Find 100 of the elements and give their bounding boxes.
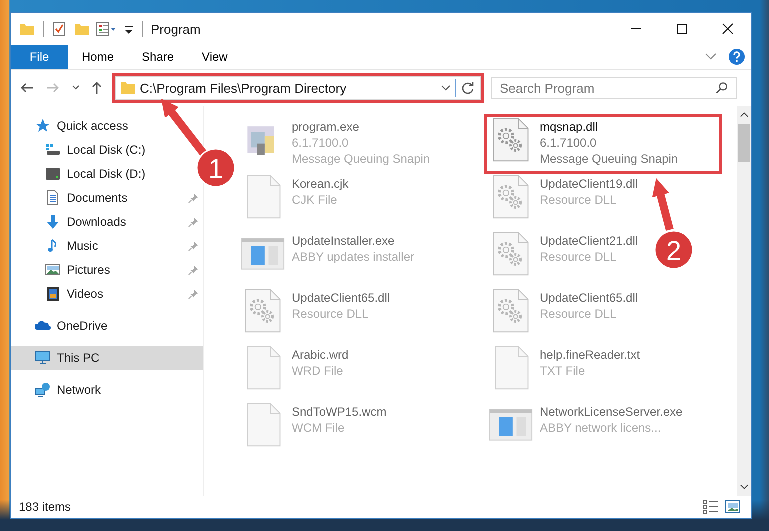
pin-icon[interactable] [188, 264, 199, 276]
file-detail: CJK File [292, 192, 338, 208]
maximize-icon [676, 23, 688, 35]
file-detail: Message Queuing Snapin [540, 151, 678, 167]
nav-label: Downloads [67, 215, 126, 229]
nav-label: Network [57, 383, 102, 397]
down-arrow-icon [45, 214, 61, 230]
file-tile[interactable]: UpdateClient65.dll Resource DLL [486, 287, 640, 343]
step-number-badge: 1 [196, 148, 236, 188]
file-name: UpdateClient65.dll [292, 290, 390, 306]
nav-item[interactable]: Local Disk (C:) [45, 138, 146, 162]
file-detail: Resource DLL [540, 192, 618, 208]
address-bar[interactable]: C:\Program Files\Program Directory [115, 76, 481, 100]
scrollbar[interactable] [737, 106, 751, 496]
file-name: Arabic.wrd [292, 347, 349, 363]
file-name: UpdateClient65.dll [540, 290, 638, 306]
window-title: Program [151, 22, 201, 36]
file-name: UpdateClient19.dll [540, 176, 638, 192]
nav-item[interactable]: Local Disk (D:) [45, 162, 146, 186]
file-detail: WCM File [292, 420, 346, 436]
file-detail: TXT File [540, 363, 586, 379]
checkbox-icon[interactable] [52, 21, 68, 37]
help-icon[interactable] [729, 49, 745, 65]
nav-item[interactable]: This PC [11, 346, 203, 370]
file-tile[interactable]: program.exe 6.1.7100.0 Message Queuing Snapin [238, 116, 432, 172]
scroll-down-icon[interactable] [740, 483, 748, 491]
drive-icon [45, 166, 61, 182]
nav-label: Pictures [67, 263, 110, 277]
file-tile[interactable]: NetworkLicenseServer.exe ABBY network licens... [486, 401, 685, 457]
pin-icon[interactable] [188, 240, 199, 252]
file-detail: Resource DLL [540, 249, 618, 265]
close-icon [722, 23, 734, 35]
nav-item[interactable]: Music [45, 234, 98, 258]
nav-item[interactable]: Videos [45, 282, 104, 306]
ribbon-tab[interactable]: Home [68, 45, 128, 69]
network-icon [35, 382, 51, 398]
nav-item[interactable]: Downloads [45, 210, 126, 234]
nav-label: This PC [57, 351, 100, 365]
file-tile[interactable]: help.fineReader.txt TXT File [486, 344, 642, 400]
file-name: UpdateInstaller.exe [292, 233, 396, 249]
file-tile[interactable]: Korean.cjk CJK File [238, 173, 351, 229]
ribbon-tab[interactable]: View [188, 45, 242, 69]
file-tile[interactable]: Arabic.wrd WRD File [238, 344, 351, 400]
annotation-arrow [652, 178, 674, 232]
nav-label: Local Disk (C:) [67, 143, 146, 157]
file-detail: 6.1.7100.0 [292, 135, 350, 151]
nav-item[interactable]: Pictures [45, 258, 110, 282]
nav-label: Local Disk (D:) [67, 167, 146, 181]
folder-icon [120, 80, 136, 96]
file-name: help.fineReader.txt [540, 347, 640, 363]
star-icon [35, 118, 51, 134]
nav-label: Quick access [57, 119, 128, 133]
file-tile[interactable]: UpdateClient65.dll Resource DLL [238, 287, 392, 343]
properties-dropdown-icon[interactable] [96, 21, 118, 37]
nav-label: OneDrive [57, 319, 108, 333]
pin-icon[interactable] [188, 216, 199, 228]
item-count: 183 items [19, 500, 72, 514]
file-detail: Resource DLL [292, 306, 370, 322]
file-name: UpdateClient21.dll [540, 233, 638, 249]
pin-icon[interactable] [188, 288, 199, 300]
file-name: mqsnap.dll [540, 119, 600, 135]
file-detail: WRD File [292, 363, 344, 379]
file-name: program.exe [292, 119, 360, 135]
search-field[interactable]: Search Program [491, 77, 737, 99]
file-name: NetworkLicenseServer.exe [540, 404, 683, 420]
thumbnail-view-icon[interactable] [725, 499, 741, 515]
file-name: SndToWP15.wcm [292, 404, 387, 420]
scroll-thumb[interactable] [738, 124, 750, 162]
file-tile[interactable]: UpdateClient19.dll Resource DLL [486, 173, 640, 229]
nav-label: Videos [67, 287, 104, 301]
pin-icon[interactable] [188, 192, 199, 204]
nav-item[interactable]: OneDrive [35, 314, 108, 338]
file-tile[interactable]: mqsnap.dll 6.1.7100.0 Message Queuing Snapin [486, 116, 720, 172]
document-icon [45, 190, 61, 206]
drive-icon [45, 142, 61, 158]
file-tile[interactable]: SndToWP15.wcm WCM File [238, 401, 389, 457]
refresh-icon[interactable] [460, 80, 476, 96]
details-view-icon[interactable] [703, 499, 719, 515]
monitor-icon [35, 350, 51, 366]
file-detail: Message Queuing Snapin [292, 151, 430, 167]
file-menu-button[interactable]: File [11, 45, 68, 69]
nav-item[interactable]: Network [35, 378, 102, 402]
annotation-arrow [161, 98, 208, 156]
file-tile[interactable]: UpdateClient21.dll Resource DLL [486, 230, 640, 286]
step-number-badge: 2 [654, 230, 694, 270]
nav-label: Music [67, 239, 98, 253]
film-icon [45, 286, 61, 302]
expand-ribbon-icon[interactable] [705, 53, 717, 61]
dropdown-caret-icon[interactable] [441, 84, 451, 92]
scroll-up-icon[interactable] [740, 111, 748, 119]
nav-item[interactable]: Documents [45, 186, 128, 210]
nav-item[interactable]: Quick access [35, 114, 128, 138]
search-icon[interactable] [715, 81, 729, 95]
file-detail: Resource DLL [540, 306, 618, 322]
file-tile[interactable]: UpdateInstaller.exe ABBY updates installer [238, 230, 417, 286]
file-detail: ABBY updates installer [292, 249, 415, 265]
file-detail: ABBY network licens... [540, 420, 662, 436]
ribbon-tab[interactable]: Share [128, 45, 188, 69]
picture-icon [45, 262, 61, 278]
address-path: C:\Program Files\Program Directory [140, 80, 348, 96]
